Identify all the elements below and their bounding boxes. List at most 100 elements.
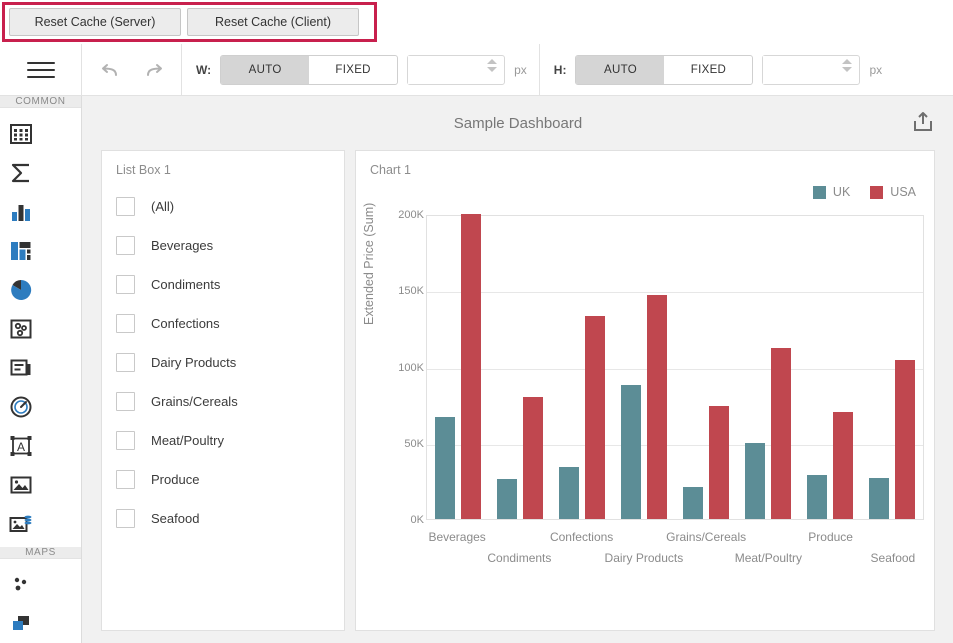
list-item[interactable]: Condiments xyxy=(102,265,344,304)
height-mode-toggle[interactable]: AUTO FIXED xyxy=(575,54,754,85)
sidebar-item-bar-chart[interactable] xyxy=(0,192,41,231)
bar-usa[interactable] xyxy=(833,412,853,519)
bar-uk[interactable] xyxy=(621,384,641,519)
dashboard-panels: List Box 1 (All) Beverages Condiments Co… xyxy=(83,150,953,643)
height-fixed-option[interactable]: FIXED xyxy=(664,56,752,84)
sidebar-item-image[interactable] xyxy=(0,465,41,504)
width-auto-option[interactable]: AUTO xyxy=(221,55,310,84)
bar-group xyxy=(497,216,543,519)
dashboard-header: Sample Dashboard xyxy=(83,96,953,150)
height-stepper-arrows[interactable] xyxy=(842,58,853,72)
bar-usa[interactable] xyxy=(585,316,605,519)
sidebar-item-card-text[interactable] xyxy=(0,348,41,387)
bar-usa[interactable] xyxy=(709,406,729,519)
export-share-icon xyxy=(914,112,932,131)
sidebar-item-scatter-bubble[interactable] xyxy=(0,309,41,348)
scatter-bubble-icon xyxy=(10,319,31,338)
bar-uk[interactable] xyxy=(559,467,579,519)
sidebar-item-shape-map[interactable] xyxy=(0,604,41,643)
height-decrement-icon[interactable] xyxy=(842,66,853,72)
checkbox-icon[interactable] xyxy=(116,236,135,255)
list-item[interactable]: Grains/Cereals xyxy=(102,382,344,421)
bar-usa[interactable] xyxy=(771,348,791,519)
bar-uk[interactable] xyxy=(869,477,889,519)
bar-usa[interactable] xyxy=(523,397,543,519)
checkbox-icon[interactable] xyxy=(116,353,135,372)
list-item[interactable]: Beverages xyxy=(102,226,344,265)
sigma-sum-icon xyxy=(11,163,29,182)
image-icon xyxy=(10,476,31,493)
bar-group xyxy=(621,216,667,519)
checkbox-icon[interactable] xyxy=(116,275,135,294)
x-axis-tick-label: Meat/Poultry xyxy=(734,551,803,565)
main-toolbar: W: AUTO FIXED px H: AUTO FIXED px xyxy=(0,44,953,96)
bar-usa[interactable] xyxy=(895,360,915,519)
sidebar-item-point-map[interactable] xyxy=(0,565,41,604)
point-map-icon xyxy=(14,577,26,590)
legend-label: UK xyxy=(832,185,851,199)
sidebar-item-sigma-sum[interactable] xyxy=(0,153,41,192)
menu-button[interactable] xyxy=(0,44,82,95)
bar-group xyxy=(683,216,729,519)
bar-usa[interactable] xyxy=(461,214,481,519)
width-input[interactable] xyxy=(408,55,483,84)
checkbox-icon[interactable] xyxy=(116,509,135,528)
checkbox-icon[interactable] xyxy=(116,197,135,216)
bar-usa[interactable] xyxy=(647,294,667,519)
x-axis-labels: Beverages Condiments Confections Dairy Prod… xyxy=(426,522,924,582)
sidebar-item-text-box[interactable]: A xyxy=(0,426,41,465)
width-mode-toggle[interactable]: AUTO FIXED xyxy=(220,54,399,85)
legend-item-uk[interactable]: UK xyxy=(812,185,851,199)
image-data-icon xyxy=(9,515,31,532)
height-increment-icon[interactable] xyxy=(842,58,853,64)
listbox-items: (All) Beverages Condiments Confections D… xyxy=(102,177,344,538)
bar-groups xyxy=(427,214,923,519)
checkbox-icon[interactable] xyxy=(116,470,135,489)
bar-uk[interactable] xyxy=(435,416,455,519)
list-item[interactable]: Meat/Poultry xyxy=(102,421,344,460)
list-item[interactable]: Produce xyxy=(102,460,344,499)
checkbox-icon[interactable] xyxy=(116,314,135,333)
list-item[interactable]: Confections xyxy=(102,304,344,343)
undo-button[interactable] xyxy=(98,57,124,83)
width-stepper-arrows[interactable] xyxy=(487,58,498,72)
sidebar-item-pie-chart[interactable] xyxy=(0,270,41,309)
x-axis-tick-label: Condiments xyxy=(487,551,552,565)
y-axis-tick-label: 150K xyxy=(398,285,424,298)
sidebar-item-image-data[interactable] xyxy=(0,504,41,543)
bar-uk[interactable] xyxy=(497,479,517,519)
checkbox-icon[interactable] xyxy=(116,431,135,450)
width-increment-icon[interactable] xyxy=(487,58,498,64)
bar-group xyxy=(807,216,853,519)
reset-cache-server-button[interactable]: Reset Cache (Server) xyxy=(9,8,181,36)
y-axis-tick-label: 200K xyxy=(398,209,424,221)
export-button[interactable] xyxy=(911,110,937,136)
bar-uk[interactable] xyxy=(807,474,827,519)
list-item[interactable]: Seafood xyxy=(102,499,344,538)
list-item[interactable]: Dairy Products xyxy=(102,343,344,382)
width-decrement-icon[interactable] xyxy=(487,66,498,72)
height-input[interactable] xyxy=(763,55,838,84)
shape-map-icon xyxy=(12,615,29,630)
bar-uk[interactable] xyxy=(745,442,765,519)
list-item-label: Produce xyxy=(151,472,200,487)
svg-text:A: A xyxy=(16,440,24,454)
reset-cache-client-button[interactable]: Reset Cache (Client) xyxy=(187,8,359,36)
reset-cache-highlight-box: Reset Cache (Server) Reset Cache (Client… xyxy=(2,2,377,42)
list-item[interactable]: (All) xyxy=(102,187,344,226)
width-stepper[interactable] xyxy=(407,54,506,85)
redo-button[interactable] xyxy=(140,57,166,83)
sidebar-item-table-grid[interactable] xyxy=(0,114,41,153)
width-fixed-option[interactable]: FIXED xyxy=(309,56,397,84)
sidebar-item-treemap[interactable] xyxy=(0,231,41,270)
height-auto-option[interactable]: AUTO xyxy=(576,55,665,84)
undo-arrow-icon xyxy=(101,63,117,76)
sidebar-item-gauge[interactable] xyxy=(0,387,41,426)
application-window: Reset Cache (Server) Reset Cache (Client… xyxy=(0,0,953,643)
checkbox-icon[interactable] xyxy=(116,392,135,411)
sidebar-section-maps-header: MAPS xyxy=(0,547,81,559)
height-stepper[interactable] xyxy=(762,54,861,85)
width-unit-label: px xyxy=(514,62,527,77)
bar-uk[interactable] xyxy=(683,486,703,519)
legend-item-usa[interactable]: USA xyxy=(870,185,916,199)
